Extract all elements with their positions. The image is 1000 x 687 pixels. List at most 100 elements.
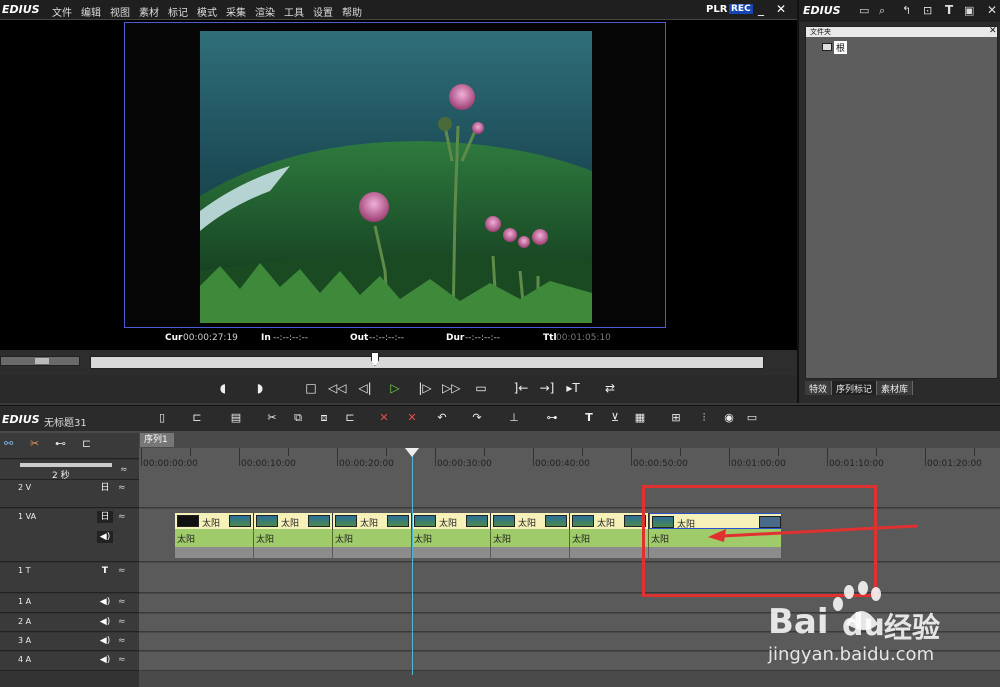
menu-clip[interactable]: 素材 bbox=[139, 4, 159, 19]
layout-icon[interactable]: ▭ bbox=[745, 411, 759, 425]
close-icon[interactable]: ✕ bbox=[776, 2, 786, 16]
new-sequence-icon[interactable]: ▯ bbox=[155, 411, 169, 425]
expand-icon[interactable]: ≈ bbox=[118, 483, 134, 495]
mode-icon[interactable]: ⚯ bbox=[4, 437, 13, 450]
undo-icon[interactable]: ↶ bbox=[435, 411, 449, 425]
zoom-slider[interactable] bbox=[20, 463, 112, 467]
delete-icon[interactable]: ✕ bbox=[377, 411, 391, 425]
zoom-mode-icon[interactable]: ≈ bbox=[120, 465, 128, 475]
menu-mode[interactable]: 模式 bbox=[197, 4, 217, 19]
audio-clip[interactable]: 太阳 bbox=[491, 529, 570, 558]
play-icon[interactable]: ▷ bbox=[386, 380, 404, 396]
open-project-icon[interactable]: ⊏ bbox=[190, 411, 204, 425]
menu-marker[interactable]: 标记 bbox=[168, 4, 188, 19]
rewind-icon[interactable]: ◁◁ bbox=[328, 380, 346, 396]
add-cut-icon[interactable]: ⊥ bbox=[507, 411, 521, 425]
header-a2[interactable]: 2 A ◀) ≈ bbox=[0, 614, 139, 632]
video-clip[interactable]: 太阳 bbox=[570, 513, 649, 529]
header-a1[interactable]: 1 A ◀) ≈ bbox=[0, 594, 139, 613]
menu-view[interactable]: 视图 bbox=[110, 4, 130, 19]
video-mute-icon[interactable]: 日 bbox=[97, 511, 113, 523]
set-out-icon[interactable]: ◗ bbox=[251, 380, 269, 396]
expand-icon[interactable]: ≈ bbox=[118, 636, 134, 648]
rec-mode-button[interactable]: REC bbox=[729, 4, 753, 14]
menu-capture[interactable]: 采集 bbox=[226, 4, 246, 19]
video-clip[interactable]: 太阳 bbox=[412, 513, 491, 529]
ripple-delete-icon[interactable]: ✕ bbox=[405, 411, 419, 425]
monitor-icon[interactable]: ▣ bbox=[964, 4, 974, 17]
expand-icon[interactable]: ≈ bbox=[118, 597, 134, 609]
speaker-icon[interactable]: ◀) bbox=[97, 596, 113, 608]
header-a3[interactable]: 3 A ◀) ≈ bbox=[0, 633, 139, 651]
fast-forward-icon[interactable]: ▷▷ bbox=[442, 380, 460, 396]
up-folder-icon[interactable]: ↰ bbox=[902, 4, 911, 17]
folder-root[interactable]: 根 bbox=[822, 41, 854, 54]
sync-icon[interactable]: ⊏ bbox=[82, 437, 91, 450]
audio-mute-icon[interactable]: ◀) bbox=[97, 531, 113, 543]
menu-file[interactable]: 文件 bbox=[52, 4, 72, 19]
position-bar[interactable] bbox=[90, 356, 764, 369]
video-mute-icon[interactable]: 日 bbox=[97, 482, 113, 494]
minimize-icon[interactable]: _ bbox=[758, 2, 764, 16]
shuttle-slider[interactable] bbox=[0, 356, 80, 366]
paste-icon[interactable]: ⧈ bbox=[317, 411, 331, 425]
menu-help[interactable]: 帮助 bbox=[342, 4, 362, 19]
menu-edit[interactable]: 编辑 bbox=[81, 4, 101, 19]
folder-close-icon[interactable]: ✕ bbox=[989, 26, 997, 36]
header-a4[interactable]: 4 A ◀) ≈ bbox=[0, 652, 139, 671]
timeline-cursor-handle[interactable] bbox=[405, 448, 419, 457]
replace-icon[interactable]: ⊏ bbox=[343, 411, 357, 425]
output-icon[interactable]: ⇄ bbox=[601, 380, 619, 396]
video-clip[interactable]: 太阳 bbox=[175, 513, 254, 529]
header-v2[interactable]: 2 V 日 ≈ bbox=[0, 480, 139, 508]
step-back-icon[interactable]: ◁| bbox=[356, 380, 374, 396]
save-icon[interactable]: ▤ bbox=[229, 411, 243, 425]
tab-sequence-markers[interactable]: 序列标记 bbox=[832, 381, 878, 395]
menu-tools[interactable]: 工具 bbox=[284, 4, 304, 19]
color-icon[interactable]: ◉ bbox=[722, 411, 736, 425]
header-t1[interactable]: 1 T T ≈ bbox=[0, 563, 139, 593]
menu-settings[interactable]: 设置 bbox=[313, 4, 333, 19]
speaker-icon[interactable]: ◀) bbox=[97, 616, 113, 628]
set-in-icon[interactable]: ◖ bbox=[214, 380, 232, 396]
bin-close-icon[interactable]: ✕ bbox=[987, 3, 997, 17]
microphone-icon[interactable]: ⊻ bbox=[608, 411, 622, 425]
speaker-icon[interactable]: ◀) bbox=[97, 654, 113, 666]
expand-icon[interactable]: ≈ bbox=[118, 655, 134, 667]
expand-icon[interactable]: ≈ bbox=[118, 566, 134, 578]
audio-clip[interactable]: 太阳 bbox=[175, 529, 254, 558]
ripple-icon[interactable]: ✂ bbox=[30, 437, 39, 450]
match-frame-out-icon[interactable]: →] bbox=[538, 380, 556, 396]
mixer-icon[interactable]: ⫶ bbox=[697, 411, 711, 425]
link-icon[interactable]: ⊷ bbox=[55, 437, 66, 450]
insert-icon[interactable]: ▸T bbox=[564, 380, 582, 396]
copy-icon[interactable]: ⧉ bbox=[291, 411, 305, 425]
cut-icon[interactable]: ✂ bbox=[265, 411, 279, 425]
add-clip-icon[interactable]: ⊡ bbox=[923, 4, 932, 17]
loop-icon[interactable]: ▭ bbox=[472, 380, 490, 396]
video-clip[interactable]: 太阳 bbox=[333, 513, 412, 529]
plr-mode-button[interactable]: PLR bbox=[706, 4, 727, 15]
shuttle-handle[interactable] bbox=[35, 358, 49, 364]
search-icon[interactable]: ⌕ bbox=[879, 4, 885, 18]
video-clip[interactable]: 太阳 bbox=[254, 513, 333, 529]
tab-source-browser[interactable]: 素材库 bbox=[877, 381, 914, 395]
audio-clip[interactable]: 太阳 bbox=[333, 529, 412, 558]
match-frame-in-icon[interactable]: ]← bbox=[512, 380, 530, 396]
title-track-icon[interactable]: T bbox=[97, 565, 113, 577]
header-va1[interactable]: 1 VA 日 ◀) ≈ bbox=[0, 509, 139, 562]
title-icon[interactable]: T bbox=[945, 3, 953, 17]
folder-icon[interactable]: ▭ bbox=[859, 4, 869, 17]
snap-icon[interactable]: ⊶ bbox=[545, 411, 559, 425]
export-icon[interactable]: ▦ bbox=[633, 411, 647, 425]
redo-icon[interactable]: ↷ bbox=[470, 411, 484, 425]
stop-icon[interactable]: □ bbox=[302, 380, 320, 396]
video-clip[interactable]: 太阳 bbox=[491, 513, 570, 529]
speaker-icon[interactable]: ◀) bbox=[97, 635, 113, 647]
expand-icon[interactable]: ≈ bbox=[118, 617, 134, 629]
expand-icon[interactable]: ≈ bbox=[118, 512, 134, 524]
menu-render[interactable]: 渲染 bbox=[255, 4, 275, 19]
step-forward-icon[interactable]: |▷ bbox=[416, 380, 434, 396]
audio-clip[interactable]: 太阳 bbox=[254, 529, 333, 558]
tab-effects[interactable]: 特效 bbox=[805, 381, 833, 395]
